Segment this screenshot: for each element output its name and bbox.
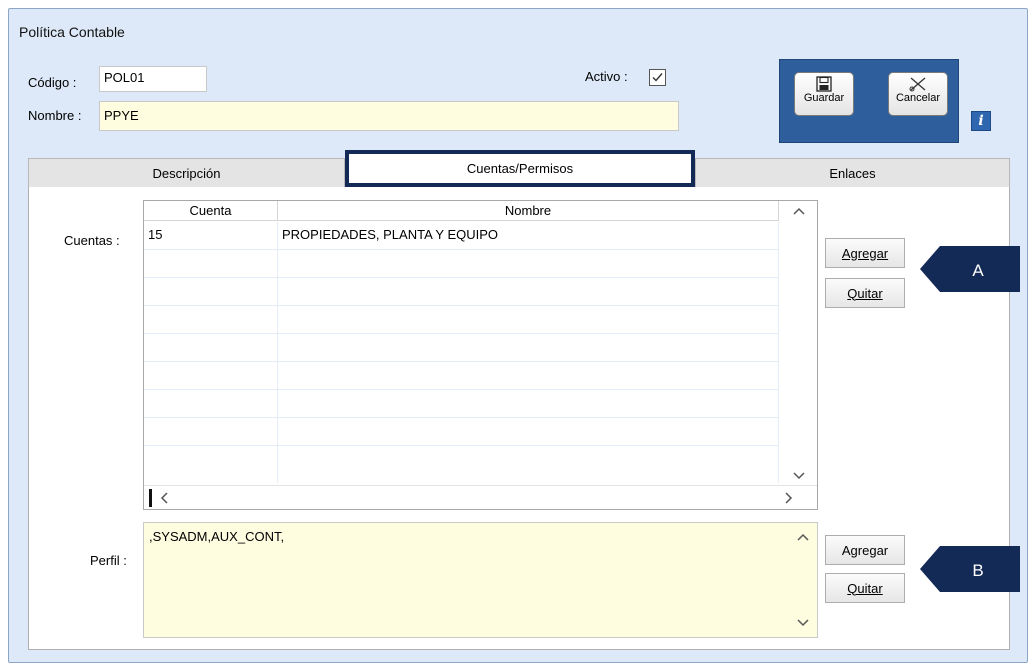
- grid-horizontal-scrollbar[interactable]: [144, 485, 817, 509]
- callout-b: B: [920, 546, 1020, 592]
- grid-header: Cuenta Nombre: [144, 201, 779, 221]
- tab-enlaces-label: Enlaces: [829, 165, 876, 181]
- nombre-field[interactable]: PPYE: [99, 101, 679, 131]
- perfil-quitar-label: Quitar: [847, 580, 883, 596]
- table-row-empty[interactable]: [144, 446, 779, 483]
- row-cursor-indicator: [149, 488, 152, 507]
- perfil-value: ,SYSADM,AUX_CONT,: [149, 529, 285, 544]
- column-header-cuenta[interactable]: Cuenta: [144, 201, 278, 220]
- activo-checkbox[interactable]: [649, 69, 666, 86]
- perfil-label: Perfil :: [90, 553, 127, 568]
- codigo-field[interactable]: POL01: [99, 66, 207, 92]
- perfil-agregar-label: Agregar: [841, 542, 889, 558]
- window-title: Política Contable: [19, 24, 125, 40]
- scroll-up-icon[interactable]: [797, 533, 809, 541]
- perfil-agregar-button[interactable]: Agregar: [825, 535, 905, 565]
- tab-cuentas-permisos[interactable]: Cuentas/Permisos: [345, 150, 695, 187]
- scissors-cross-icon: [909, 77, 926, 92]
- codigo-label: Código :: [28, 75, 77, 90]
- table-row-empty[interactable]: [144, 390, 779, 418]
- tab-strip: Descripción Cuentas/Permisos Enlaces: [28, 150, 1010, 187]
- scroll-right-icon[interactable]: [785, 491, 793, 504]
- callout-b-label: B: [972, 561, 983, 580]
- callout-a: A: [920, 246, 1020, 292]
- cuentas-agregar-label: Agregar: [841, 245, 889, 261]
- cuentas-label: Cuentas :: [64, 233, 120, 248]
- floppy-disk-icon: [816, 76, 832, 92]
- action-toolbar: Guardar Cancelar: [779, 59, 959, 143]
- cuentas-grid[interactable]: Cuenta Nombre 15 PROPIEDADES, PLANTA Y E…: [143, 200, 818, 510]
- table-row-empty[interactable]: [144, 278, 779, 306]
- scroll-left-icon[interactable]: [160, 491, 168, 504]
- cuentas-agregar-button[interactable]: Agregar: [825, 238, 905, 268]
- info-icon[interactable]: i: [971, 111, 991, 131]
- tab-descripcion[interactable]: Descripción: [28, 158, 345, 187]
- table-row-empty[interactable]: [144, 418, 779, 446]
- table-row[interactable]: 15 PROPIEDADES, PLANTA Y EQUIPO: [144, 222, 779, 250]
- tab-cuentas-permisos-label: Cuentas/Permisos: [466, 161, 574, 176]
- cuentas-quitar-button[interactable]: Quitar: [825, 278, 905, 308]
- table-row-empty[interactable]: [144, 362, 779, 390]
- guardar-label: Guardar: [803, 92, 845, 104]
- table-row-empty[interactable]: [144, 334, 779, 362]
- tab-descripcion-label: Descripción: [152, 165, 221, 181]
- cancelar-button[interactable]: Cancelar: [888, 72, 948, 116]
- perfil-textarea[interactable]: ,SYSADM,AUX_CONT,: [143, 522, 818, 638]
- scroll-down-icon[interactable]: [793, 472, 805, 480]
- cancelar-label: Cancelar: [895, 92, 941, 104]
- perfil-quitar-button[interactable]: Quitar: [825, 573, 905, 603]
- cell-cuenta: 15: [144, 222, 278, 249]
- tab-enlaces[interactable]: Enlaces: [695, 158, 1010, 187]
- callout-a-label: A: [972, 261, 984, 280]
- scroll-up-icon[interactable]: [793, 207, 805, 215]
- activo-label: Activo :: [585, 69, 628, 84]
- table-row-empty[interactable]: [144, 250, 779, 278]
- nombre-label: Nombre :: [28, 108, 82, 123]
- table-row-empty[interactable]: [144, 306, 779, 334]
- check-icon: [652, 73, 663, 82]
- cuentas-quitar-label: Quitar: [847, 285, 883, 301]
- cell-nombre: PROPIEDADES, PLANTA Y EQUIPO: [278, 222, 779, 249]
- guardar-button[interactable]: Guardar: [794, 72, 854, 116]
- grid-vertical-scrollbar[interactable]: [781, 201, 817, 486]
- scroll-down-icon[interactable]: [797, 619, 809, 627]
- column-header-nombre[interactable]: Nombre: [278, 201, 779, 220]
